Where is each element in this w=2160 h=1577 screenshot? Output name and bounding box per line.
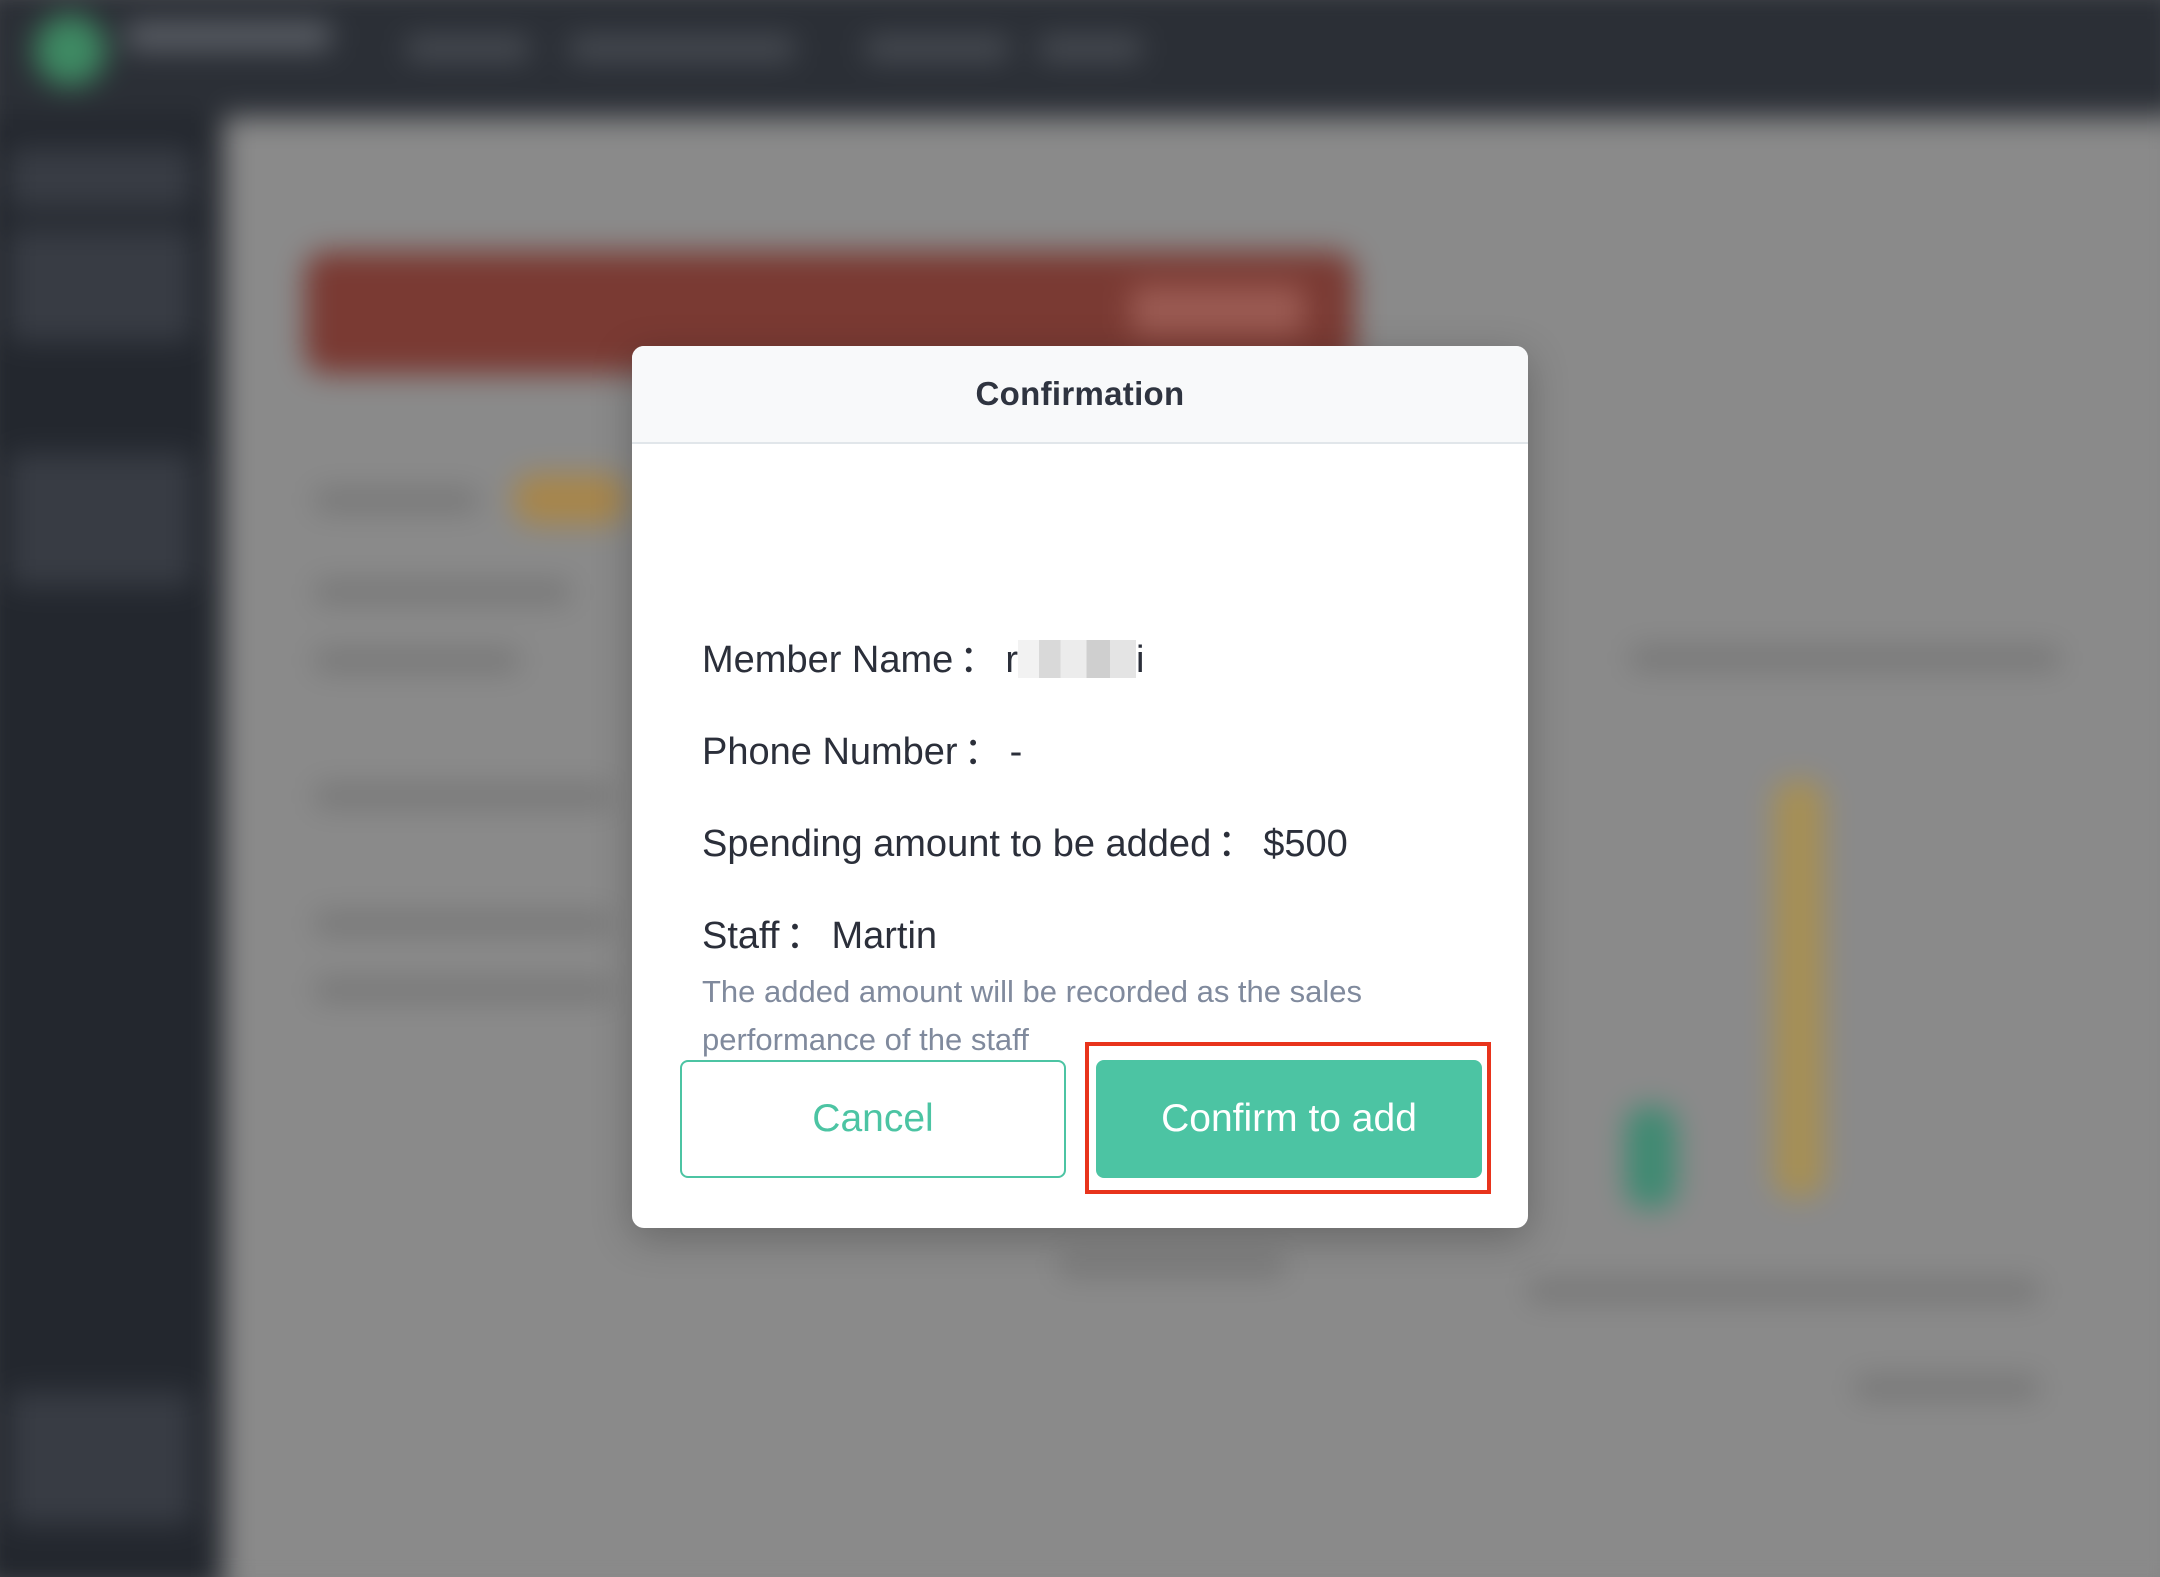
staff-value: Martin — [831, 915, 938, 957]
nav-item — [865, 37, 1009, 60]
confirm-to-add-button[interactable]: Confirm to add — [1096, 1060, 1482, 1178]
separator: ： — [963, 731, 1002, 773]
sidebar-item — [9, 453, 193, 587]
placeholder-line — [315, 580, 570, 604]
member-name-value-end: i — [1135, 639, 1145, 681]
nav-item — [406, 37, 530, 60]
sidebar-item — [9, 1391, 193, 1525]
cancel-button[interactable]: Cancel — [680, 1060, 1066, 1178]
member-name-value-start: r — [1005, 639, 1018, 681]
placeholder-line — [315, 784, 611, 808]
sales-performance-note: The added amount will be recorded as the… — [702, 974, 1363, 1057]
spending-amount-row: Spending amount to be added： $500 — [702, 812, 1348, 867]
placeholder-line — [315, 649, 519, 672]
nav-item — [1039, 37, 1142, 60]
dialog-title: Confirmation — [975, 375, 1185, 412]
placeholder-line — [1630, 647, 2060, 670]
dialog-header: Confirmation — [632, 346, 1528, 444]
legend-placeholder — [1528, 1279, 2039, 1303]
staff-row: Staff： Martin — [702, 904, 937, 959]
placeholder-line — [315, 978, 611, 1002]
status-badge — [513, 473, 627, 525]
phone-number-row: Phone Number： - — [702, 720, 1022, 775]
sidebar-item — [9, 229, 193, 342]
placeholder-line — [315, 912, 611, 935]
redacted-name-mosaic — [1017, 639, 1136, 678]
member-name-label: Member Name — [702, 639, 954, 681]
alert-button — [1131, 285, 1305, 337]
chart-bar — [1625, 1106, 1677, 1209]
placeholder-line — [1855, 1376, 2039, 1399]
spending-amount-label: Spending amount to be added — [702, 823, 1212, 865]
app-logo-icon — [34, 14, 106, 87]
separator: ： — [1217, 823, 1256, 865]
top-navigation-bar — [0, 0, 2160, 117]
app-logo-text — [126, 22, 331, 50]
sidebar-item — [9, 147, 193, 209]
nav-item — [570, 37, 795, 60]
placeholder-line — [1059, 1254, 1284, 1277]
member-name-row: Member Name： r i — [702, 628, 1144, 683]
separator: ： — [785, 915, 824, 957]
separator: ： — [959, 639, 998, 681]
confirmation-dialog: Confirmation Member Name： r i Phone Number… — [632, 346, 1528, 1228]
phone-number-label: Phone Number — [702, 731, 958, 773]
spending-amount-value: $500 — [1263, 823, 1348, 865]
sidebar — [0, 116, 224, 1577]
placeholder-line — [315, 489, 479, 512]
chart-bar — [1773, 779, 1825, 1199]
phone-number-value: - — [1009, 731, 1023, 773]
staff-label: Staff — [702, 915, 780, 957]
